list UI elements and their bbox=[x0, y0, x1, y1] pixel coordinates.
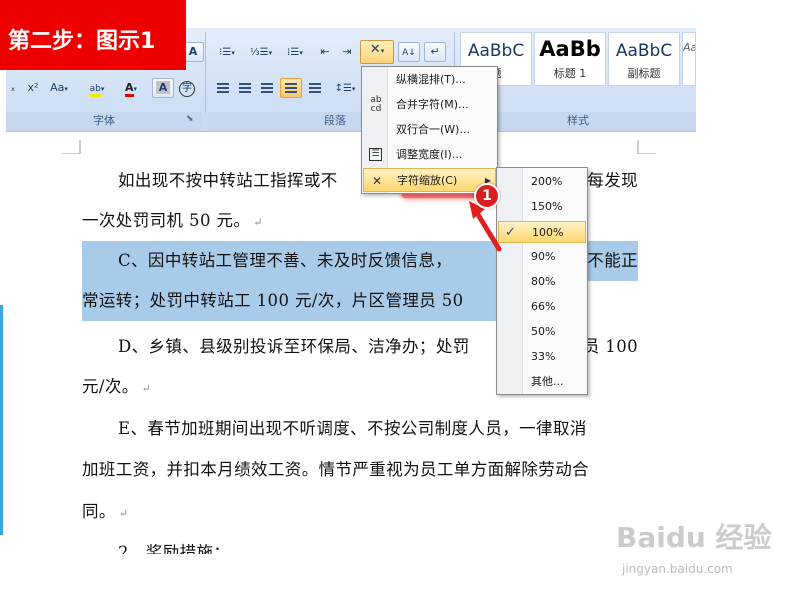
chinese-layout-menu: 纵横混排(T)... ab cd 合并字符(M)... 双行合一(W)... ☰ … bbox=[361, 66, 498, 194]
doc-text: 加班工资，并扣本月绩效工资。情节严重视为员工单方面解除劳动合 bbox=[82, 460, 589, 479]
text-highlight-button[interactable]: ab▾ bbox=[82, 78, 112, 98]
sort-button[interactable]: A↓ bbox=[398, 42, 420, 62]
style-more[interactable]: Aa bbox=[682, 32, 696, 86]
char-shading-icon: A bbox=[155, 81, 171, 94]
doc-text: 元/次。 bbox=[82, 377, 139, 396]
scale-option[interactable]: 200% bbox=[498, 171, 586, 193]
page-corner-mark bbox=[637, 140, 656, 154]
increase-indent-button[interactable]: ⇥ bbox=[336, 42, 358, 62]
menu-item-label: 字符缩放(C) bbox=[397, 174, 458, 187]
scale-option[interactable]: 33% bbox=[498, 346, 586, 368]
doc-text: 员 100 bbox=[582, 337, 638, 356]
style-sample: AaBb bbox=[539, 37, 601, 61]
paragraph-mark: ↵ bbox=[253, 216, 263, 229]
change-case-label: Aa bbox=[50, 81, 65, 94]
menu-item-two-lines-in-one[interactable]: 双行合一(W)... bbox=[363, 118, 496, 142]
style-sample: Aa bbox=[683, 41, 695, 54]
change-case-button[interactable]: Aa▾ bbox=[46, 78, 72, 98]
subscript-button[interactable]: ₓ bbox=[6, 78, 20, 98]
scale-option[interactable]: 80% bbox=[498, 271, 586, 293]
scale-option-label: 200% bbox=[531, 175, 563, 188]
doc-text: 同。 bbox=[82, 502, 116, 521]
character-shading-button[interactable]: A bbox=[152, 78, 174, 98]
doc-line[interactable]: 同。 ↵ bbox=[82, 498, 638, 522]
page-corner-mark bbox=[62, 140, 81, 154]
doc-text: D、乡镇、县级别投诉至环保局、洁净办；处罚 bbox=[118, 337, 470, 356]
style-sample: AaBbC bbox=[615, 41, 673, 61]
font-color-button[interactable]: A▾ bbox=[116, 78, 146, 98]
menu-item-vertical-horizontal[interactable]: 纵横混排(T)... bbox=[363, 68, 496, 92]
doc-line[interactable]: 加班工资，并扣本月绩效工资。情节严重视为员工单方面解除劳动合 bbox=[82, 456, 638, 480]
scale-option-label: 66% bbox=[531, 300, 556, 313]
scale-option[interactable]: 50% bbox=[498, 321, 586, 343]
doc-text: 如出现不按中转站工指挥或不 bbox=[118, 171, 338, 190]
bullets-button[interactable]: ⁝☰▾ bbox=[212, 42, 242, 62]
align-center-button[interactable] bbox=[234, 78, 256, 98]
enclose-char-icon: 字 bbox=[179, 81, 195, 97]
style-name: 副标题 bbox=[627, 67, 661, 80]
doc-text: 每发现 bbox=[587, 171, 638, 190]
scale-option-label: 50% bbox=[531, 325, 556, 338]
multilevel-list-button[interactable]: ⁞☰▾ bbox=[280, 42, 310, 62]
vertical-horizontal-icon bbox=[367, 71, 385, 89]
watermark-logo: Baidu 经验 bbox=[616, 521, 772, 554]
highlight-pen-icon: ab bbox=[89, 84, 101, 97]
doc-text: E、春节加班期间出现不听调度、不按公司制度人员，一律取消 bbox=[118, 419, 587, 438]
decrease-indent-button[interactable]: ⇤ bbox=[314, 42, 336, 62]
baidu-jingyan-watermark: Baidu 经验 jingyan.baidu.com bbox=[612, 510, 792, 590]
show-formatting-button[interactable]: ↵ bbox=[424, 42, 446, 62]
font-color-icon: A bbox=[124, 81, 134, 97]
window-edge bbox=[0, 305, 3, 535]
watermark-url: jingyan.baidu.com bbox=[622, 562, 733, 576]
style-heading-1[interactable]: AaBb 标题 1 bbox=[534, 32, 606, 86]
doc-line-selected[interactable]: 常运转；处罚中转站工 100 元/次，片区管理员 50 bbox=[82, 281, 496, 321]
scale-option-label: 150% bbox=[531, 200, 563, 213]
justify-button[interactable] bbox=[280, 78, 302, 98]
menu-item-label: 纵横混排(T)... bbox=[396, 73, 466, 86]
scale-option-label: 90% bbox=[531, 250, 556, 263]
menu-item-label: 调整宽度(I)... bbox=[396, 148, 463, 161]
doc-text: 常运转；处罚中转站工 100 元/次，片区管理员 50 bbox=[82, 291, 464, 310]
style-sample: AaBbC bbox=[467, 41, 525, 61]
enclose-characters-button[interactable]: 字 bbox=[176, 78, 198, 98]
font-dialog-launcher-icon[interactable]: ⬊ bbox=[186, 114, 194, 124]
step-badge: 第二步：图示1 bbox=[0, 0, 186, 70]
menu-item-label: 双行合一(W)... bbox=[396, 123, 470, 136]
doc-text: 不能正 bbox=[587, 251, 638, 270]
chinese-layout-icon: ✕ bbox=[369, 42, 381, 57]
menu-item-adjust-width[interactable]: ☰ 调整宽度(I)... bbox=[363, 143, 496, 167]
doc-line[interactable]: 2、奖励措施： bbox=[82, 540, 638, 554]
scale-option-label: 100% bbox=[532, 226, 564, 239]
scale-option[interactable]: 66% bbox=[498, 296, 586, 318]
doc-text: 一次处罚司机 50 元。 bbox=[82, 211, 251, 230]
doc-text: C、因中转站工管理不善、未及时反馈信息， bbox=[118, 251, 453, 270]
char-scale-icon: ✕ bbox=[371, 174, 383, 188]
align-right-button[interactable] bbox=[256, 78, 278, 98]
superscript-button[interactable]: x² bbox=[22, 78, 44, 98]
line-spacing-button[interactable]: ↕☰▾ bbox=[330, 78, 360, 98]
combine-chars-icon: ab cd bbox=[370, 95, 382, 114]
step-number-marker: 1 bbox=[474, 183, 500, 209]
paragraph-mark: ↵ bbox=[118, 507, 129, 520]
two-lines-in-one-icon bbox=[367, 121, 385, 139]
menu-item-combine-chars[interactable]: ab cd 合并字符(M)... bbox=[363, 93, 496, 117]
doc-line[interactable]: E、春节加班期间出现不听调度、不按公司制度人员，一律取消 bbox=[82, 415, 638, 439]
font-group-label: 字体 bbox=[6, 112, 202, 130]
scale-option-label: 33% bbox=[531, 350, 556, 363]
chinese-layout-button[interactable]: ✕▾ bbox=[360, 40, 394, 64]
paragraph-mark: ↵ bbox=[141, 382, 152, 395]
style-name: 标题 1 bbox=[553, 67, 587, 80]
scale-option-label: 80% bbox=[531, 275, 556, 288]
distributed-button[interactable] bbox=[304, 78, 326, 98]
adjust-width-icon: ☰ bbox=[369, 148, 382, 161]
align-left-button[interactable] bbox=[212, 78, 234, 98]
scale-option-label: 其他... bbox=[531, 375, 564, 388]
numbering-button[interactable]: ⅓☰▾ bbox=[246, 42, 276, 62]
menu-item-label: 合并字符(M)... bbox=[396, 98, 469, 111]
style-subtitle[interactable]: AaBbC 副标题 bbox=[608, 32, 680, 86]
scale-option-more[interactable]: 其他... bbox=[498, 371, 586, 393]
doc-text: 2、奖励措施： bbox=[118, 543, 231, 554]
